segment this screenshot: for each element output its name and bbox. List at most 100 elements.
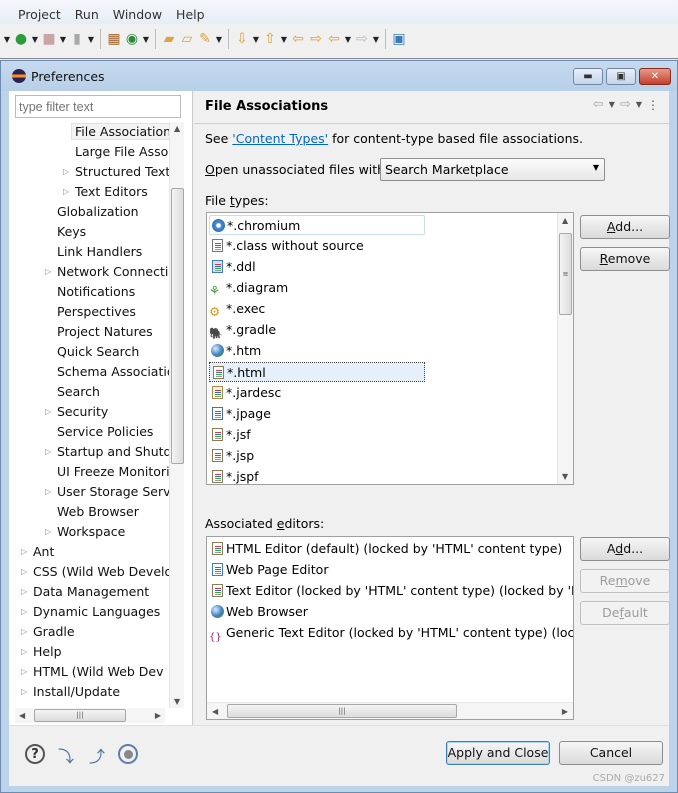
- dropdown-icon[interactable]: ▼: [251, 29, 261, 49]
- run-icon[interactable]: ●: [12, 29, 30, 49]
- tree-item[interactable]: ▷ Dynamic Languages: [21, 602, 160, 622]
- expand-arrow-icon[interactable]: ▷: [21, 662, 31, 682]
- tree-item[interactable]: Schema Associatio: [57, 362, 174, 382]
- dialog-titlebar[interactable]: Preferences ▬ ▣ ✕: [1, 61, 677, 91]
- expand-arrow-icon[interactable]: ▷: [45, 522, 55, 542]
- export-icon[interactable]: ⤴: [86, 744, 108, 766]
- tree-item[interactable]: Keys: [57, 222, 86, 242]
- expand-arrow-icon[interactable]: ▷: [21, 682, 31, 702]
- file-type-row[interactable]: *.htm: [209, 341, 261, 361]
- dropdown-icon[interactable]: ▼: [371, 29, 381, 49]
- file-type-row[interactable]: *.html: [209, 362, 425, 382]
- expand-arrow-icon[interactable]: ▷: [21, 582, 31, 602]
- tree-item[interactable]: Link Handlers: [57, 242, 142, 262]
- editor-row[interactable]: Web Page Editor: [209, 560, 328, 580]
- open-unassociated-select[interactable]: Search Marketplace ▼: [380, 158, 605, 181]
- open-resource-icon[interactable]: ▱: [178, 29, 196, 49]
- back-dropdown-icon[interactable]: ▼: [609, 100, 615, 109]
- scroll-down-icon[interactable]: ▼: [562, 472, 568, 481]
- tree-item[interactable]: Quick Search: [57, 342, 139, 362]
- oomph-record-icon[interactable]: [118, 744, 138, 764]
- apply-and-close-button[interactable]: Apply and Close: [446, 741, 550, 765]
- tree-item[interactable]: Service Policies: [57, 422, 153, 442]
- tree-item[interactable]: ▷ Help: [21, 642, 62, 662]
- add-editor-button[interactable]: Add...: [580, 537, 670, 561]
- dropdown-icon[interactable]: ▼: [214, 29, 224, 49]
- file-type-row[interactable]: ⚙ *.exec: [209, 299, 265, 319]
- tree-item[interactable]: ▷ CSS (Wild Web Develo: [21, 562, 172, 582]
- menu-help[interactable]: Help: [176, 7, 213, 24]
- editor-row[interactable]: Web Browser: [209, 602, 308, 622]
- filter-input[interactable]: [15, 95, 181, 118]
- next-annotation-icon[interactable]: ⇩: [233, 29, 251, 49]
- forward-dropdown-icon[interactable]: ▼: [636, 100, 642, 109]
- file-type-row[interactable]: *.jpage: [209, 404, 271, 424]
- tree-item[interactable]: ▷ Network Connectio: [45, 262, 176, 282]
- scroll-up-icon[interactable]: ▲: [174, 124, 180, 133]
- help-icon[interactable]: ?: [25, 744, 45, 764]
- tree-item[interactable]: File Association: [71, 122, 176, 142]
- tree-item[interactable]: Web Browser: [57, 502, 139, 522]
- tree-item[interactable]: Large File Asso: [75, 142, 168, 162]
- back-icon[interactable]: ⇦: [325, 29, 343, 49]
- scroll-up-icon[interactable]: ▲: [562, 216, 568, 225]
- more-menu-icon[interactable]: ⋮: [647, 98, 659, 112]
- tree-item[interactable]: UI Freeze Monitori: [57, 462, 170, 482]
- forward-edit-icon[interactable]: ⇨: [307, 29, 325, 49]
- close-button[interactable]: ✕: [639, 68, 671, 85]
- tree-item[interactable]: ▷ Text Editors: [63, 182, 148, 202]
- tree-horizontal-scrollbar[interactable]: ◀ ||| ▶: [15, 708, 165, 723]
- file-types-scroll-thumb[interactable]: ≡: [559, 233, 572, 315]
- editor-row[interactable]: HTML Editor (default) (locked by 'HTML' …: [209, 539, 562, 559]
- disconnect-icon[interactable]: ▮: [68, 29, 86, 49]
- dropdown-icon[interactable]: ▼: [343, 29, 353, 49]
- expand-arrow-icon[interactable]: ▷: [21, 542, 31, 562]
- expand-arrow-icon[interactable]: ▷: [45, 402, 55, 422]
- file-type-row[interactable]: *.jspf: [209, 467, 259, 484]
- tree-item[interactable]: Notifications: [57, 282, 135, 302]
- dropdown-icon[interactable]: ▼: [86, 29, 96, 49]
- import-icon[interactable]: ⤵: [55, 744, 77, 766]
- previous-annotation-icon[interactable]: ⇧: [261, 29, 279, 49]
- dropdown-icon[interactable]: ▼: [279, 29, 289, 49]
- expand-arrow-icon[interactable]: ▷: [63, 182, 73, 202]
- dropdown-icon[interactable]: ▼: [58, 29, 68, 49]
- forward-icon[interactable]: ⇨: [353, 29, 371, 49]
- cancel-button[interactable]: Cancel: [559, 741, 663, 765]
- forward-icon[interactable]: ⇨: [620, 97, 631, 112]
- dropdown-icon[interactable]: ▼: [2, 29, 12, 49]
- search-icon[interactable]: ✎: [196, 29, 214, 49]
- file-type-row[interactable]: *.ddl: [209, 257, 256, 277]
- new-class-icon[interactable]: ◉: [123, 29, 141, 49]
- file-type-row[interactable]: 🐘 *.gradle: [209, 320, 276, 340]
- tree-hscroll-thumb[interactable]: |||: [34, 709, 126, 722]
- menu-project[interactable]: Project: [18, 7, 69, 24]
- tree-item[interactable]: ▷ Data Management: [21, 582, 149, 602]
- expand-arrow-icon[interactable]: ▷: [21, 642, 31, 662]
- remove-editor-button[interactable]: Remove: [580, 569, 670, 593]
- file-type-row[interactable]: *.chromium: [209, 215, 425, 235]
- menu-window[interactable]: Window: [113, 7, 170, 24]
- scroll-right-icon[interactable]: ▶: [155, 711, 161, 720]
- tree-item[interactable]: ▷ HTML (Wild Web Dev: [21, 662, 164, 682]
- menu-run[interactable]: Run: [75, 7, 107, 24]
- tree-item[interactable]: ▷ Structured Text: [63, 162, 170, 182]
- tree-scroll-thumb[interactable]: [171, 188, 184, 464]
- file-type-row[interactable]: *.jsf: [209, 425, 251, 445]
- tree-item[interactable]: ▷ Security: [45, 402, 108, 422]
- file-type-row[interactable]: ⚘ *.diagram: [209, 278, 288, 298]
- file-type-row[interactable]: *.jsp: [209, 446, 254, 466]
- editors-hscroll-thumb[interactable]: |||: [227, 704, 457, 718]
- file-type-row[interactable]: *.class without source: [209, 236, 364, 256]
- expand-arrow-icon[interactable]: ▷: [45, 482, 55, 502]
- expand-arrow-icon[interactable]: ▷: [21, 602, 31, 622]
- scroll-down-icon[interactable]: ▼: [174, 697, 180, 706]
- last-edit-icon[interactable]: ⇦: [289, 29, 307, 49]
- expand-arrow-icon[interactable]: ▷: [21, 622, 31, 642]
- tree-item[interactable]: ▷ Gradle: [21, 622, 75, 642]
- editor-row[interactable]: {} Generic Text Editor (locked by 'HTML' …: [209, 623, 573, 643]
- scroll-left-icon[interactable]: ◀: [19, 711, 25, 720]
- tree-item[interactable]: ▷ Startup and Shutdo: [45, 442, 179, 462]
- tree-item[interactable]: ▷ Workspace: [45, 522, 125, 542]
- tree-item[interactable]: ▷ Ant: [21, 542, 54, 562]
